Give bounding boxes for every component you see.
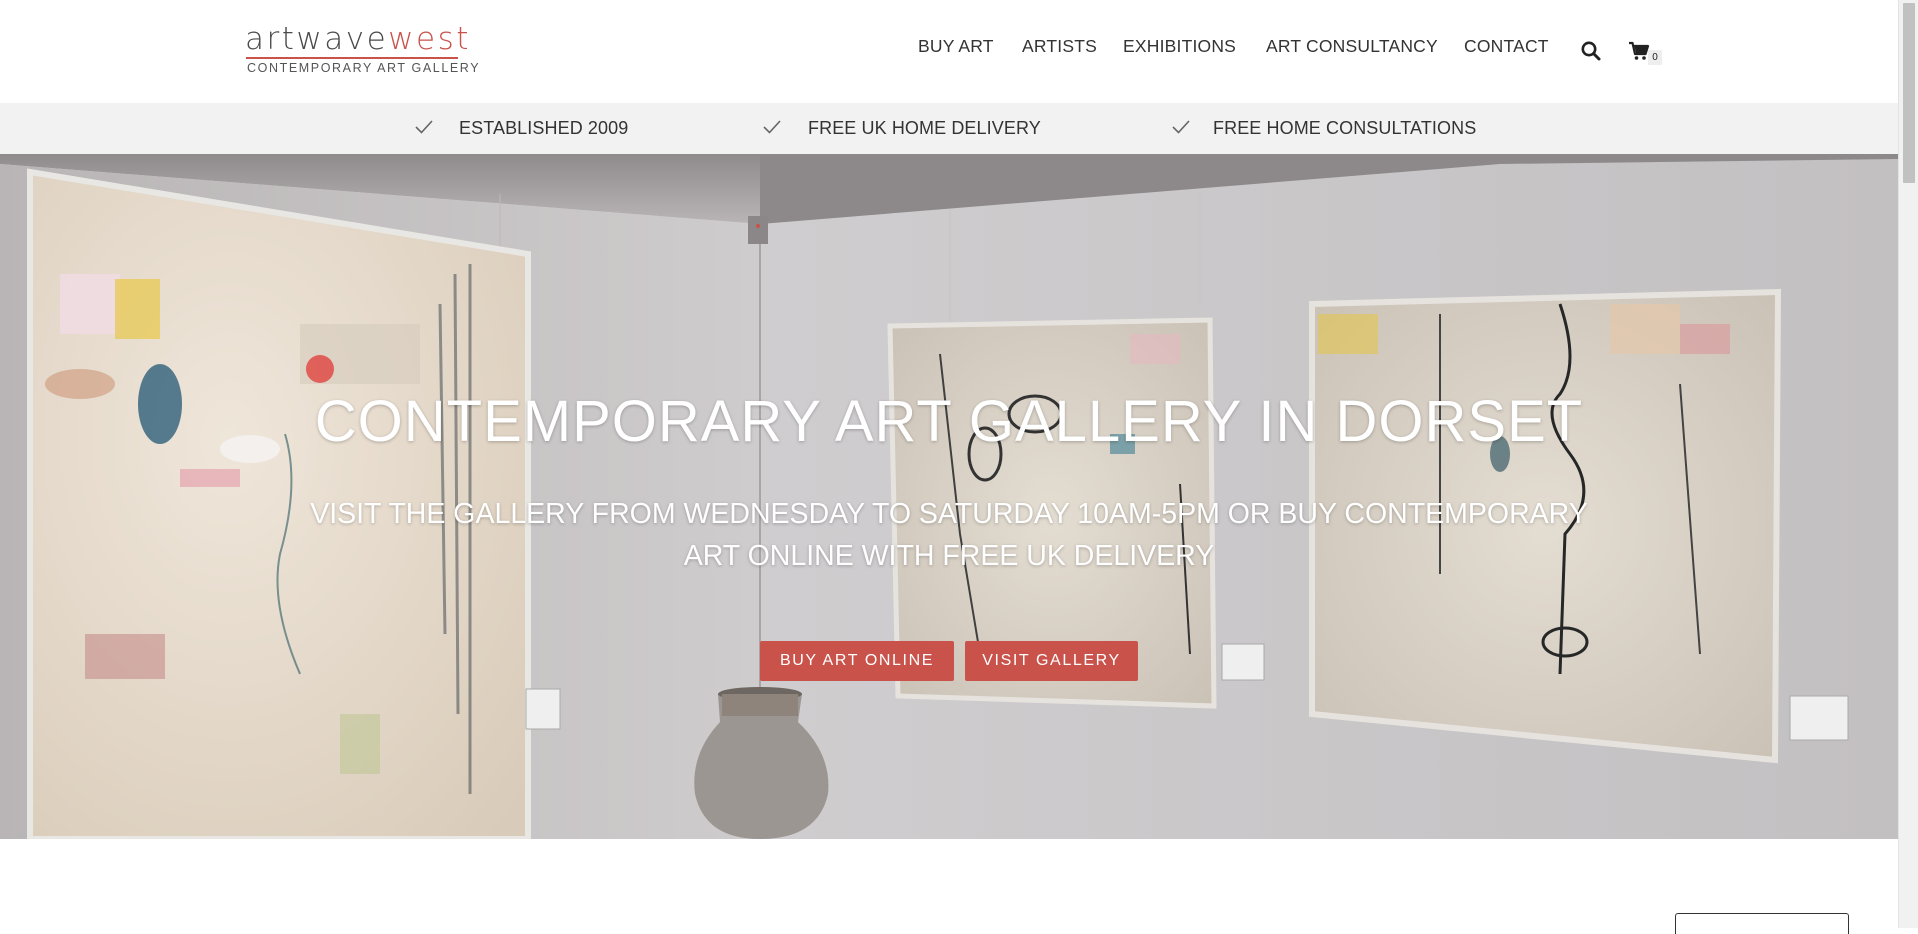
visit-gallery-button[interactable]: VISIT GALLERY xyxy=(965,641,1138,681)
search-icon[interactable] xyxy=(1580,40,1602,62)
nav-exhibitions[interactable]: EXHIBITIONS xyxy=(1123,36,1236,57)
buy-art-online-button[interactable]: BUY ART ONLINE xyxy=(760,641,954,681)
hero-subtitle: VISIT THE GALLERY FROM WEDNESDAY TO SATU… xyxy=(310,497,1588,572)
nav-artists[interactable]: ARTISTS xyxy=(1022,36,1097,57)
feature-label: FREE UK HOME DELIVERY xyxy=(808,118,1041,138)
check-icon xyxy=(763,120,781,134)
nav-art-consultancy[interactable]: ART CONSULTANCY xyxy=(1266,36,1438,57)
hero-title: CONTEMPORARY ART GALLERY IN DORSET xyxy=(314,388,1584,454)
hero-banner: CONTEMPORARY ART GALLERY IN DORSET VISIT… xyxy=(0,154,1898,839)
cookie-widget-tab[interactable] xyxy=(1675,913,1849,934)
scroll-thumb[interactable] xyxy=(1903,3,1915,183)
nav-contact[interactable]: CONTACT xyxy=(1464,36,1549,57)
main-nav: BUY ART ARTISTS EXHIBITIONS ART CONSULTA… xyxy=(0,36,1898,66)
page-scrollbar[interactable] xyxy=(1898,0,1918,928)
cart-count-badge[interactable]: 0 xyxy=(1648,50,1662,65)
cart-icon[interactable] xyxy=(1628,41,1650,61)
feature-bar: ESTABLISHED 2009 FREE UK HOME DELIVERY F… xyxy=(0,103,1898,154)
feature-label: ESTABLISHED 2009 xyxy=(459,118,629,138)
check-icon xyxy=(1172,120,1190,134)
site-header: artwavewest CONTEMPORARY ART GALLERY BUY… xyxy=(0,0,1898,102)
nav-buy-art[interactable]: BUY ART xyxy=(918,36,994,57)
feature-label: FREE HOME CONSULTATIONS xyxy=(1213,118,1477,138)
check-icon xyxy=(415,120,433,134)
